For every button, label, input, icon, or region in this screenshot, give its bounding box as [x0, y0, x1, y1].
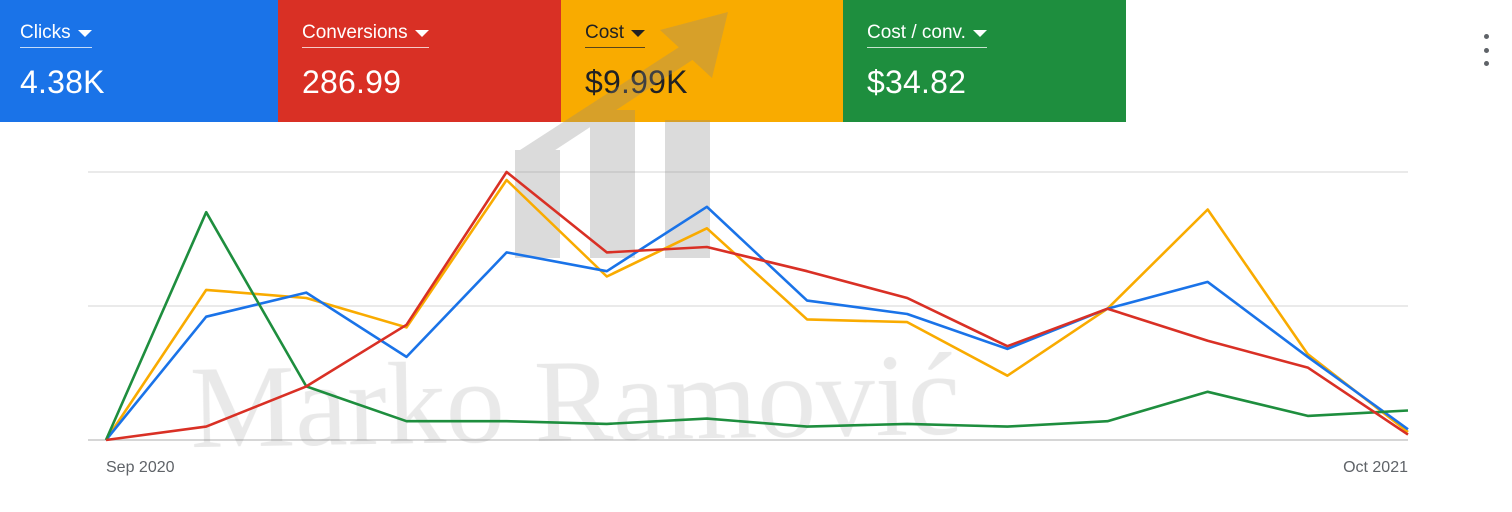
line-chart: Marko Ramović Sep 2020 Oct 2021 — [88, 12, 1409, 476]
watermark-logo — [515, 12, 728, 258]
x-tick-label: Oct 2021 — [1343, 459, 1408, 476]
watermark: Marko Ramović — [189, 12, 961, 473]
watermark-text: Marko Ramović — [189, 329, 961, 473]
x-tick-label: Sep 2020 — [106, 459, 175, 476]
